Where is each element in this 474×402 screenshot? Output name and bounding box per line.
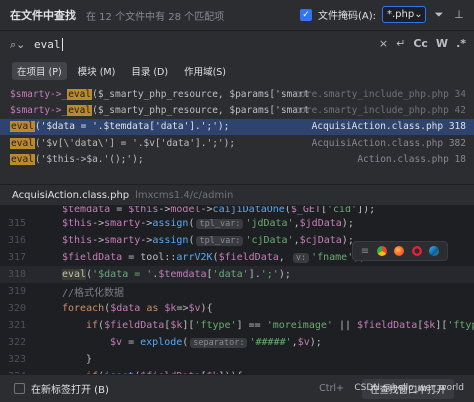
- dialog-title: 在文件中查找: [10, 9, 76, 22]
- result-row[interactable]: $smarty->_eval($_smarty_php_resource, $p…: [0, 102, 474, 118]
- chevron-down-icon: ⌄: [414, 9, 423, 20]
- file-mask-checkbox[interactable]: ✓: [299, 8, 312, 21]
- firefox-icon[interactable]: [394, 246, 405, 256]
- code-line: 323 }: [7, 354, 93, 365]
- whole-words-icon[interactable]: W: [436, 37, 448, 50]
- result-row-selected[interactable]: eval('$data = '.$temdata['data'].';'); Ac…: [0, 118, 474, 135]
- code-line: 322 $v = explode(separator: '#####',$v);: [7, 337, 322, 348]
- shortcut-hint: Ctrl+: [319, 383, 344, 394]
- file-mask-select[interactable]: *.php ⌄: [382, 6, 426, 23]
- filter-icon[interactable]: ⏷: [432, 8, 446, 22]
- preview-path: AcquisiAction.class.php lmxcms1.4/c/admi…: [0, 184, 474, 206]
- code-line: 321 if($fieldData[$k]['ftype'] == 'morei…: [7, 320, 474, 331]
- find-in-files-header: 在文件中查找 在 12 个文件中有 28 个匹配项 ✓ 文件掩码(A): *.p…: [0, 0, 474, 31]
- scope-module[interactable]: 模块 (M): [73, 62, 121, 80]
- clear-icon[interactable]: ×: [379, 37, 388, 50]
- pin-icon[interactable]: ⊥: [452, 8, 466, 21]
- file-mask-label: 文件掩码(A):: [317, 11, 376, 22]
- preview-dir: lmxcms1.4/c/admin: [135, 189, 234, 201]
- scope-directory[interactable]: 目录 (D): [126, 62, 173, 80]
- code-line: 315 $this->smarty->assign(tpl_var:'jdDat…: [7, 218, 354, 229]
- preview-file-name: AcquisiAction.class.php: [12, 189, 130, 201]
- regex-icon[interactable]: .*: [456, 37, 466, 50]
- opera-icon[interactable]: [411, 246, 422, 256]
- match-summary: 在 12 个文件中有 28 个匹配项: [86, 11, 225, 23]
- result-row[interactable]: eval('$v[\'data\'] = '.$v['data'].';'); A…: [0, 135, 474, 151]
- code-line: $temdata = $this->model->caijiDataOne($_…: [62, 206, 376, 215]
- newline-icon[interactable]: ↵: [396, 37, 405, 50]
- search-row: ⌕⌄ eval × ↵ Cc W .*: [0, 31, 474, 58]
- browser-popup: ≡: [352, 241, 448, 261]
- edge-icon[interactable]: [429, 246, 440, 256]
- code-preview[interactable]: $temdata = $this->model->caijiDataOne($_…: [0, 206, 474, 374]
- result-row[interactable]: eval('$this->$a.'();'); Action.class.php …: [0, 151, 474, 167]
- search-options: × ↵ Cc W .*: [379, 37, 466, 50]
- scope-tabs: 在项目 (P) 模块 (M) 目录 (D) 作用域(S): [0, 60, 474, 82]
- chrome-icon[interactable]: [376, 246, 387, 256]
- code-line: 320 foreach($data as $k=>$v){: [7, 303, 213, 314]
- search-icon[interactable]: ⌕⌄: [10, 38, 34, 52]
- new-tab-checkbox[interactable]: [14, 383, 25, 394]
- scope-custom[interactable]: 作用域(S): [179, 62, 231, 80]
- new-tab-label: 在新标签打开 (B): [31, 385, 109, 396]
- result-row[interactable]: $smarty->_eval($_smarty_php_resource, $p…: [0, 86, 474, 102]
- search-input[interactable]: eval: [34, 38, 63, 52]
- code-line-current: 318 eval('$data = '.$temdata['data'].';'…: [0, 266, 474, 283]
- watermark: CSDN @hello_wer_world: [354, 383, 464, 393]
- code-line: 319 //格式化数据: [7, 286, 125, 299]
- header-tools: ✓ 文件掩码(A): *.php ⌄ ⏷ ⊥: [299, 6, 466, 23]
- dialog-footer: 在新标签打开 (B) Ctrl+ 在查找窗口中打开 CSDN @hello_we…: [0, 374, 474, 402]
- scope-project[interactable]: 在项目 (P): [12, 62, 67, 80]
- results-list: $smarty->_eval($_smarty_php_resource, $p…: [0, 86, 474, 184]
- match-case-icon[interactable]: Cc: [413, 37, 428, 50]
- structure-icon[interactable]: ≡: [361, 246, 369, 257]
